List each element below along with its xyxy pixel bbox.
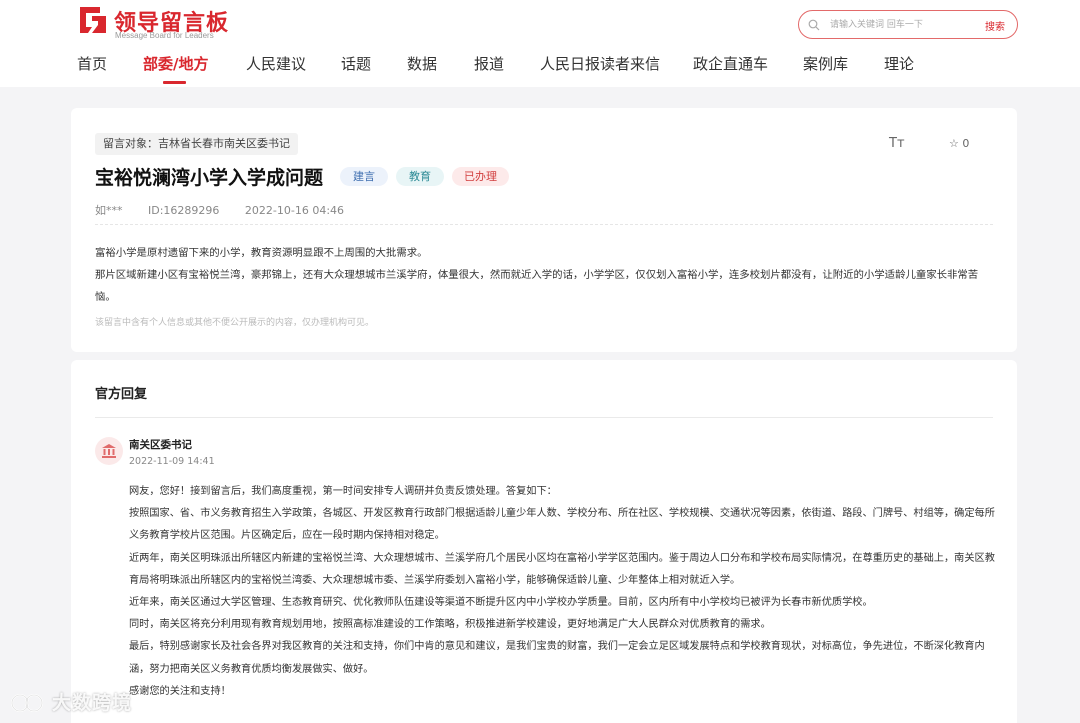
reply-time: 2022-11-09 14:41: [129, 456, 215, 467]
government-building-icon: [102, 444, 116, 458]
replier-name: 南关区委书记: [129, 439, 192, 451]
reply-paragraph: 网友，您好！接到留言后，我们高度重视，第一时间安排专人调研并负责反馈处理。答复如…: [129, 486, 557, 497]
nav-item-topics[interactable]: 话题: [341, 53, 371, 74]
nav-item-reports[interactable]: 报道: [474, 53, 504, 74]
site-header: 领导留言板 Message Board for Leaders 搜索 首页 部委…: [0, 0, 1080, 87]
nav-item-theory[interactable]: 理论: [884, 53, 914, 74]
nav-item-data[interactable]: 数据: [407, 53, 437, 74]
avatar: [95, 437, 123, 465]
message-time: 2022-10-16 04:46: [244, 204, 345, 217]
reply-paragraph: 同时，南关区将充分利用现有教育规划用地，按照高标准建设的工作策略，积极推进新学校…: [129, 619, 771, 631]
message-title: 宝裕悦澜湾小学入学成问题: [95, 167, 324, 189]
privacy-note: 该留言中含有个人信息或其他不便公开展示的内容，仅办理机构可见。: [95, 318, 375, 328]
message-target[interactable]: 留言对象：吉林省长春市南关区委书记: [95, 133, 298, 155]
search-button[interactable]: 搜索: [985, 18, 1005, 33]
font-size-icon[interactable]: Tт: [889, 136, 905, 151]
divider: [95, 417, 993, 418]
nav-item-ministries[interactable]: 部委/地方: [143, 53, 208, 74]
message-card: 留言对象：吉林省长春市南关区委书记 Tт ☆ 0 宝裕悦澜湾小学入学成问题 建言…: [71, 108, 1017, 352]
favorite-star-icon[interactable]: ☆ 0: [949, 137, 969, 150]
message-paragraph: 那片区域新建小区有宝裕悦兰湾，豪邦锦上，还有大众理想城市兰溪学府，体量很大，然而…: [95, 269, 979, 303]
search-icon: [808, 19, 820, 31]
watermark-text: 大数跨境: [52, 692, 133, 714]
divider: [95, 224, 993, 225]
message-body: 富裕小学是原村遗留下来的小学，教育资源明显跟不上周围的大批需求。 那片区域新建小…: [95, 242, 995, 308]
reply-paragraph: 按照国家、省、市义务教育招生入学政策，各城区、开发区教育行政部门根据适龄儿童少年…: [129, 508, 995, 542]
nav-item-enterprise[interactable]: 政企直通车: [693, 53, 768, 74]
nav-item-home[interactable]: 首页: [77, 53, 107, 74]
reply-body: 网友，您好！接到留言后，我们高度重视，第一时间安排专人调研并负责反馈处理。答复如…: [129, 481, 995, 703]
main-nav: 首页 部委/地方 人民建议 话题 数据 报道 人民日报读者来信 政企直通车 案例…: [0, 53, 1080, 83]
reply-card: 官方回复 南关区委书记 2022-11-09 14:41 网友，您好！接到留言后…: [71, 360, 1017, 723]
message-meta: 如*** ID:16289296 2022-10-16 04:46: [95, 202, 366, 218]
search-box: 搜索: [798, 10, 1018, 39]
logo-subtitle: Message Board for Leaders: [115, 31, 214, 40]
logo-mark-icon: [80, 7, 106, 33]
nav-item-reader-letters[interactable]: 人民日报读者来信: [540, 53, 660, 74]
reply-paragraph: 感谢您的关注和支持！: [129, 685, 231, 697]
nav-active-indicator: [163, 81, 186, 84]
nav-item-suggestions[interactable]: 人民建议: [246, 53, 306, 74]
watermark-logo-icon: [11, 694, 43, 712]
status-badge: 已办理: [452, 167, 509, 186]
message-paragraph: 富裕小学是原村遗留下来的小学，教育资源明显跟不上周围的大批需求。: [95, 247, 428, 259]
nav-item-cases[interactable]: 案例库: [803, 53, 848, 74]
tag-education: 教育: [396, 167, 444, 186]
reply-paragraph: 近两年，南关区明珠派出所辖区内新建的宝裕悦兰湾、大众理想城市、兰溪学府几个居民小…: [129, 552, 995, 586]
search-input[interactable]: [830, 16, 970, 34]
tag-suggestion: 建言: [340, 167, 388, 186]
message-author: 如***: [95, 204, 123, 217]
reply-paragraph: 最后，特别感谢家长及社会各界对我区教育的关注和支持，你们中肯的意见和建议，是我们…: [129, 641, 985, 675]
message-id: ID:16289296: [148, 204, 220, 217]
reply-paragraph: 近年来，南关区通过大学区管理、生态教育研究、优化教师队伍建设等渠道不断提升区内中…: [129, 597, 873, 609]
reply-section-title: 官方回复: [95, 387, 148, 402]
